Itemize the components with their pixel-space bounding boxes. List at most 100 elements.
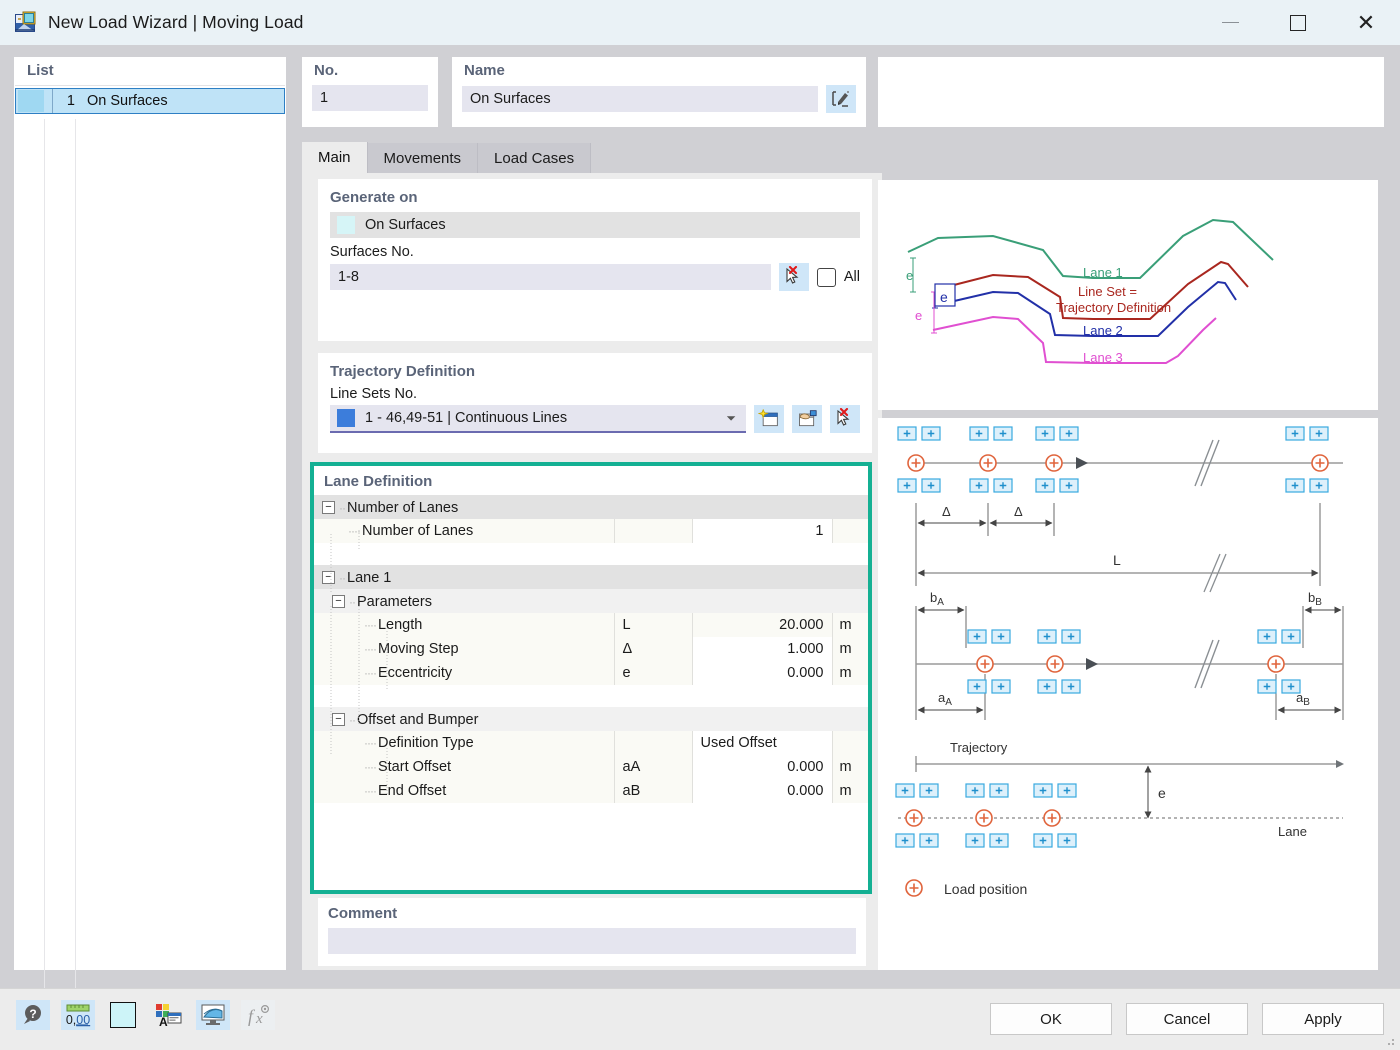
delta-label-2: Δ xyxy=(1014,504,1023,519)
table-row[interactable]: − ·· Lane 1 xyxy=(314,565,868,589)
surfaces-no-input[interactable]: 1-8 xyxy=(330,264,771,290)
surfaces-no-row: 1-8 All xyxy=(318,263,872,303)
table-row[interactable]: ···· End Offset aB 0.000 m xyxy=(314,779,868,803)
view-button[interactable] xyxy=(196,1000,230,1030)
expand-collapse-icon[interactable]: − xyxy=(322,571,335,585)
units-button[interactable]: 0,00 xyxy=(61,1000,95,1030)
row-unit xyxy=(832,707,868,731)
name-edit-button[interactable] xyxy=(826,85,856,113)
display-properties-button[interactable]: A xyxy=(151,1000,185,1030)
dialog-buttons: OK Cancel Apply xyxy=(990,1003,1384,1035)
bB-sub: B xyxy=(1315,597,1322,608)
color-button[interactable] xyxy=(106,1000,140,1030)
pick-cursor-icon xyxy=(837,408,850,426)
number-input[interactable]: 1 xyxy=(312,85,428,111)
expand-collapse-icon[interactable]: − xyxy=(332,713,345,727)
delta-label-1: Δ xyxy=(942,504,951,519)
row-value[interactable]: 0.000 xyxy=(691,779,832,803)
generate-on-selection[interactable]: On Surfaces xyxy=(330,212,860,238)
lane-label: Lane xyxy=(1278,824,1307,839)
row-value[interactable]: 1.000 xyxy=(691,637,832,661)
help-button[interactable]: ? xyxy=(16,1000,50,1030)
all-surfaces-checkbox[interactable] xyxy=(816,267,836,287)
line-sets-dropdown[interactable]: 1 - 46,49-51 | Continuous Lines ⏷ xyxy=(330,405,746,433)
diagram-panel-length: Δ Δ L xyxy=(897,426,1343,593)
cancel-button[interactable]: Cancel xyxy=(1126,1003,1248,1035)
table-row[interactable]: ···· Definition Type Used Offset xyxy=(314,731,868,755)
new-load-wizard-dialog: New Load Wizard | Moving Load ✕ List 1 O… xyxy=(0,0,1400,1050)
footer-toolbar: ? 0,00 A f x xyxy=(16,1000,275,1030)
table-row[interactable]: − ·· Number of Lanes xyxy=(314,495,868,519)
table-row[interactable]: ···· Eccentricity e 0.000 m xyxy=(314,661,868,685)
minimize-button[interactable] xyxy=(1196,0,1264,45)
row-value[interactable]: 0.000 xyxy=(691,661,832,685)
lane-definition-panel: Lane Definition − ·· Number of Lanes ···… xyxy=(310,462,872,894)
pick-line-set-button[interactable] xyxy=(830,405,860,433)
help-magnifier-icon: ? xyxy=(24,1005,41,1024)
surfaces-no-label: Surfaces No. xyxy=(330,244,414,260)
tab-main[interactable]: Main xyxy=(302,142,368,173)
lane3-curve xyxy=(932,315,1217,364)
row-label: Parameters xyxy=(357,593,432,610)
footer-bar: ? 0,00 A f x OK Cancel Apply xyxy=(0,988,1400,1050)
close-button[interactable]: ✕ xyxy=(1332,0,1400,45)
length-label: L xyxy=(1113,552,1121,568)
line-sets-color-swatch xyxy=(337,409,355,427)
all-surfaces-label: All xyxy=(843,269,860,285)
list-item[interactable]: 1 On Surfaces xyxy=(15,88,285,114)
right-header-placeholder xyxy=(878,57,1384,127)
diagram-panel-offsets: bA aA bB aB xyxy=(915,590,1344,720)
row-value[interactable]: 0.000 xyxy=(691,755,832,779)
generate-on-title: Generate on xyxy=(330,189,418,206)
table-row[interactable]: ···· Start Offset aA 0.000 m xyxy=(314,755,868,779)
row-unit xyxy=(831,731,868,755)
row-unit: m xyxy=(831,613,868,637)
comment-input[interactable] xyxy=(328,928,856,954)
table-row[interactable]: − ·· Parameters xyxy=(314,589,868,613)
row-symbol: Δ xyxy=(613,637,692,661)
trajectory-definition-group: Trajectory Definition Line Sets No. 1 - … xyxy=(318,353,872,453)
svg-text:f: f xyxy=(248,1006,256,1026)
row-symbol xyxy=(614,495,692,519)
maximize-button[interactable] xyxy=(1264,0,1332,45)
generate-on-color-swatch xyxy=(337,216,355,234)
minimize-icon xyxy=(1221,21,1239,24)
lane3-label: Lane 3 xyxy=(1083,350,1123,365)
formula-button[interactable]: f x xyxy=(241,1000,275,1030)
table-row[interactable]: ···· Length L 20.000 m xyxy=(314,613,868,637)
units-0-00-icon: 0,00 xyxy=(66,1004,90,1027)
row-unit: m xyxy=(831,661,868,685)
expand-collapse-icon[interactable]: − xyxy=(322,501,335,515)
eccentricity-label: e xyxy=(1158,785,1166,801)
row-value[interactable]: 1 xyxy=(691,519,832,543)
resize-grip-icon[interactable] xyxy=(1384,1035,1396,1047)
svg-text:?: ? xyxy=(29,1007,36,1021)
table-row[interactable]: ···· Number of Lanes 1 xyxy=(314,519,868,543)
name-input[interactable]: On Surfaces xyxy=(462,86,818,112)
apply-button[interactable]: Apply xyxy=(1262,1003,1384,1035)
edit-line-set-button[interactable] xyxy=(792,405,822,433)
table-row[interactable]: ···· Moving Step Δ 1.000 m xyxy=(314,637,868,661)
new-line-set-button[interactable] xyxy=(754,405,784,433)
pick-surfaces-button[interactable] xyxy=(778,263,809,291)
bA-label: b xyxy=(930,590,937,605)
row-value: 20.000 xyxy=(691,613,832,637)
row-value[interactable]: Used Offset xyxy=(691,731,832,755)
aA-sub: A xyxy=(945,697,952,708)
table-spacer-row xyxy=(314,543,868,565)
tab-movements[interactable]: Movements xyxy=(367,143,479,173)
eccentricity-label-top: e xyxy=(906,268,913,283)
aB-sub: B xyxy=(1303,697,1310,708)
tab-load-cases[interactable]: Load Cases xyxy=(478,143,592,173)
ok-button[interactable]: OK xyxy=(990,1003,1112,1035)
row-unit xyxy=(832,565,868,589)
table-row[interactable]: − ·· Offset and Bumper xyxy=(314,707,868,731)
svg-text:bB: bB xyxy=(1308,590,1322,608)
svg-text:bA: bA xyxy=(930,590,944,608)
table-spacer-row xyxy=(314,685,868,707)
row-label: Lane 1 xyxy=(347,569,392,586)
row-value xyxy=(692,707,832,731)
row-symbol: e xyxy=(613,661,692,685)
svg-text:A: A xyxy=(159,1015,168,1028)
expand-collapse-icon[interactable]: − xyxy=(332,595,345,609)
